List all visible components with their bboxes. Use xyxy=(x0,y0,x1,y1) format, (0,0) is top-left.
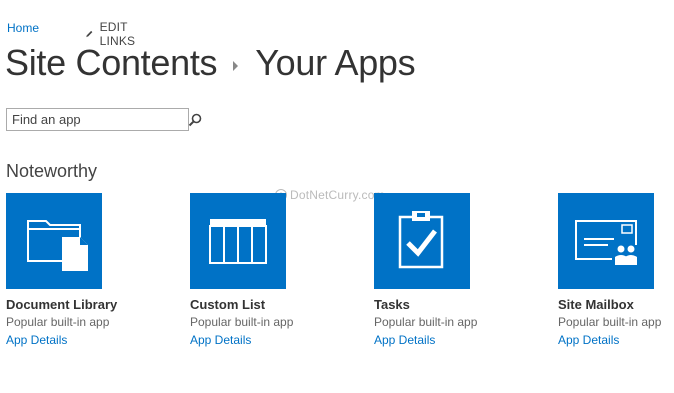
home-link[interactable]: Home xyxy=(7,21,39,35)
app-details-link[interactable]: App Details xyxy=(6,331,156,349)
document-library-icon xyxy=(27,220,88,271)
app-tile: Tasks Popular built-in app App Details xyxy=(374,193,524,349)
app-description: Popular built-in app xyxy=(374,315,478,329)
app-name[interactable]: Custom List xyxy=(190,297,340,313)
app-description: Popular built-in app xyxy=(190,315,294,329)
pencil-icon xyxy=(86,30,93,38)
app-tile-icon-button[interactable] xyxy=(558,193,654,289)
search-icon xyxy=(188,113,202,126)
custom-list-icon xyxy=(209,219,267,264)
search-button[interactable] xyxy=(188,111,202,129)
app-details-link[interactable]: App Details xyxy=(190,331,340,349)
app-details-link[interactable]: App Details xyxy=(558,331,674,349)
app-details-link[interactable]: App Details xyxy=(374,331,524,349)
app-tile: Site Mailbox Popular built-in app App De… xyxy=(558,193,674,349)
app-name[interactable]: Document Library xyxy=(6,297,156,313)
app-search-box xyxy=(6,108,202,131)
top-nav-bar: Home EDIT LINKS xyxy=(7,20,135,48)
section-heading-noteworthy: Noteworthy xyxy=(6,161,98,181)
site-mailbox-icon xyxy=(575,220,640,267)
app-name[interactable]: Tasks xyxy=(374,297,524,313)
tasks-icon xyxy=(398,211,444,269)
search-input[interactable] xyxy=(7,109,188,130)
app-tile-icon-button[interactable] xyxy=(6,193,102,289)
app-tile-icon-button[interactable] xyxy=(190,193,286,289)
app-name[interactable]: Site Mailbox xyxy=(558,297,674,313)
breadcrumb-separator-icon xyxy=(233,61,239,71)
app-tile: Document Library Popular built-in app Ap… xyxy=(6,193,156,349)
app-description: Popular built-in app xyxy=(558,315,662,329)
page-title: Site Contents Your Apps xyxy=(5,40,416,86)
app-tile: Custom List Popular built-in app App Det… xyxy=(190,193,340,349)
breadcrumb-your-apps: Your Apps xyxy=(255,42,416,83)
app-tile-icon-button[interactable] xyxy=(374,193,470,289)
breadcrumb-site-contents[interactable]: Site Contents xyxy=(5,40,218,86)
app-description: Popular built-in app xyxy=(6,315,110,329)
